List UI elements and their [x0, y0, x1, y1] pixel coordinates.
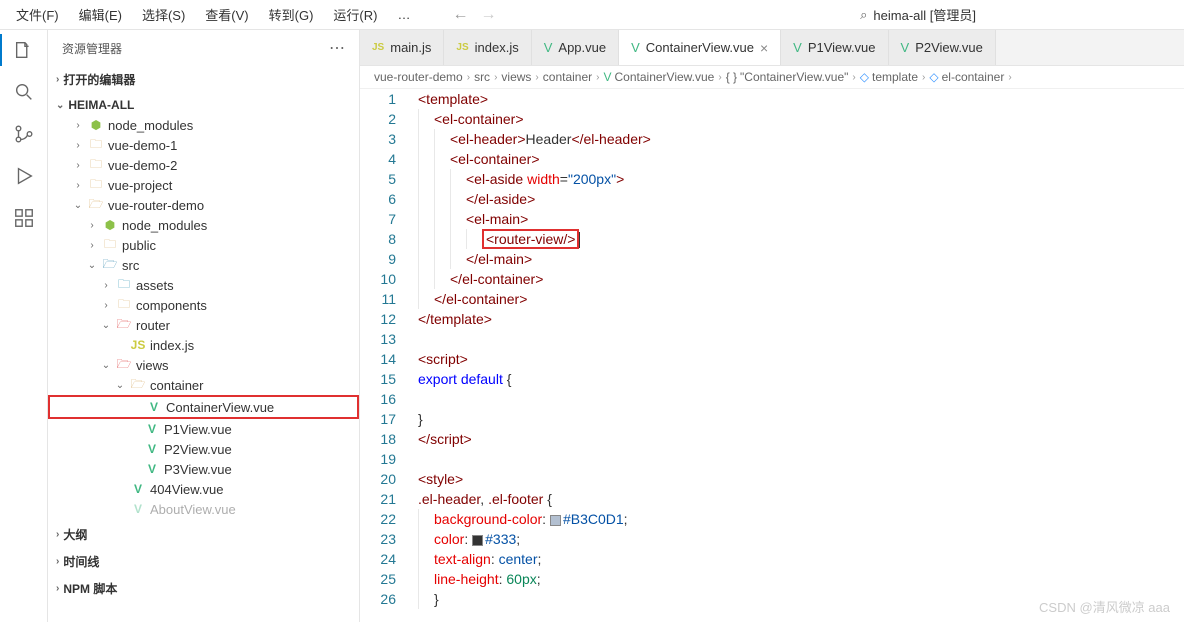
tree-folder[interactable]: ›🗀public: [48, 235, 359, 255]
activity-scm-icon[interactable]: [12, 122, 36, 146]
section-npm[interactable]: › NPM 脚本: [48, 577, 359, 600]
breadcrumb-item[interactable]: VContainerView.vue: [603, 70, 714, 84]
breadcrumb-item[interactable]: views: [501, 70, 531, 84]
sidebar-title: 资源管理器: [62, 40, 122, 57]
tab-mainjs[interactable]: JSmain.js: [360, 30, 444, 65]
search-area[interactable]: ⌕ heima-all [管理员]: [860, 5, 976, 24]
js-icon: JS: [456, 42, 468, 53]
line-numbers: 1234567891011121314151617181920212223242…: [360, 89, 410, 622]
menu-run[interactable]: 运行(R): [325, 1, 385, 28]
tree-file-active[interactable]: VContainerView.vue: [48, 395, 359, 419]
tree-folder[interactable]: ⌄🗁container: [48, 375, 359, 395]
code-content[interactable]: <template> <el-container> <el-header>Hea…: [410, 89, 1184, 622]
file-tree: ›⬢node_modules ›🗀vue-demo-1 ›🗀vue-demo-2…: [48, 115, 359, 519]
section-label: 大纲: [63, 526, 87, 543]
menu-edit[interactable]: 编辑(E): [71, 1, 130, 28]
js-icon: JS: [372, 42, 384, 53]
close-icon[interactable]: ×: [760, 40, 768, 56]
nav-arrows: ← →: [452, 6, 496, 24]
section-timeline[interactable]: › 时间线: [48, 550, 359, 573]
tree-file[interactable]: V404View.vue: [48, 479, 359, 499]
chevron-right-icon: ›: [56, 556, 59, 567]
editor-tabs: JSmain.js JSindex.js VApp.vue VContainer…: [360, 30, 1184, 66]
tree-folder[interactable]: ⌄🗁router: [48, 315, 359, 335]
tree-file[interactable]: VP3View.vue: [48, 459, 359, 479]
tree-folder[interactable]: ›🗀assets: [48, 275, 359, 295]
activity-search-icon[interactable]: [12, 80, 36, 104]
search-label: heima-all [管理员]: [873, 5, 976, 24]
vue-icon: V: [631, 40, 640, 55]
section-label: NPM 脚本: [63, 580, 117, 597]
menu-more[interactable]: …: [389, 3, 418, 26]
breadcrumb-item[interactable]: container: [543, 70, 592, 84]
tree-folder[interactable]: ⌄🗁src: [48, 255, 359, 275]
breadcrumb-item[interactable]: { }"ContainerView.vue": [726, 70, 849, 84]
section-workspace[interactable]: ⌄ HEIMA-ALL: [48, 95, 359, 115]
tree-folder[interactable]: ⌄🗁views: [48, 355, 359, 375]
tab-p1view[interactable]: VP1View.vue: [781, 30, 888, 65]
tree-file[interactable]: VP2View.vue: [48, 439, 359, 459]
activity-debug-icon[interactable]: [12, 164, 36, 188]
menu-goto[interactable]: 转到(G): [261, 1, 322, 28]
section-label: 时间线: [63, 553, 99, 570]
tab-containerview[interactable]: VContainerView.vue×: [619, 30, 781, 65]
vue-icon: V: [603, 70, 611, 84]
menubar: 文件(F) 编辑(E) 选择(S) 查看(V) 转到(G) 运行(R) … ← …: [0, 0, 1184, 30]
breadcrumb-item[interactable]: ◇template: [860, 70, 918, 84]
vue-icon: V: [793, 40, 802, 55]
breadcrumb-item[interactable]: src: [474, 70, 490, 84]
tab-p2view[interactable]: VP2View.vue: [889, 30, 996, 65]
menu-view[interactable]: 查看(V): [197, 1, 256, 28]
activity-bar: [0, 30, 48, 622]
nav-back-icon[interactable]: ←: [452, 6, 468, 24]
brace-icon: { }: [726, 70, 737, 84]
menu-file[interactable]: 文件(F): [8, 1, 67, 28]
template-icon: ◇: [860, 70, 869, 84]
vue-icon: V: [901, 40, 910, 55]
tree-file[interactable]: JSindex.js: [48, 335, 359, 355]
tree-folder[interactable]: ⌄🗁vue-router-demo: [48, 195, 359, 215]
menu-select[interactable]: 选择(S): [134, 1, 193, 28]
section-outline[interactable]: › 大纲: [48, 523, 359, 546]
template-icon: ◇: [929, 70, 938, 84]
breadcrumb-item[interactable]: ◇el-container: [929, 70, 1004, 84]
section-label: 打开的编辑器: [63, 71, 135, 88]
tree-folder[interactable]: ›🗀components: [48, 295, 359, 315]
sidebar-header: 资源管理器 ⋯: [48, 30, 359, 66]
tab-appvue[interactable]: VApp.vue: [532, 30, 619, 65]
tree-file[interactable]: VP1View.vue: [48, 419, 359, 439]
tree-folder[interactable]: ›🗀vue-demo-1: [48, 135, 359, 155]
tree-folder[interactable]: ›🗀vue-project: [48, 175, 359, 195]
tree-folder[interactable]: ›🗀vue-demo-2: [48, 155, 359, 175]
tree-file[interactable]: VAboutView.vue: [48, 499, 359, 519]
search-icon: ⌕: [860, 7, 867, 23]
nav-forward-icon[interactable]: →: [480, 6, 496, 24]
tab-indexjs[interactable]: JSindex.js: [444, 30, 531, 65]
sidebar: 资源管理器 ⋯ › 打开的编辑器 ⌄ HEIMA-ALL ›⬢node_modu…: [48, 30, 360, 622]
sidebar-more-icon[interactable]: ⋯: [329, 38, 345, 58]
chevron-right-icon: ›: [56, 529, 59, 540]
activity-explorer-icon[interactable]: [12, 38, 36, 62]
chevron-down-icon: ⌄: [56, 100, 64, 111]
editor-area: JSmain.js JSindex.js VApp.vue VContainer…: [360, 30, 1184, 622]
tree-folder[interactable]: ›⬢node_modules: [48, 115, 359, 135]
section-open-editors[interactable]: › 打开的编辑器: [48, 68, 359, 91]
activity-extensions-icon[interactable]: [12, 206, 36, 230]
tree-folder[interactable]: ›⬢node_modules: [48, 215, 359, 235]
chevron-right-icon: ›: [56, 583, 59, 594]
section-label: HEIMA-ALL: [68, 98, 134, 112]
breadcrumb-item[interactable]: vue-router-demo: [374, 70, 463, 84]
code-editor[interactable]: 1234567891011121314151617181920212223242…: [360, 89, 1184, 622]
breadcrumb: vue-router-demo› src› views› container› …: [360, 66, 1184, 89]
chevron-right-icon: ›: [56, 74, 59, 85]
vue-icon: V: [544, 40, 553, 55]
